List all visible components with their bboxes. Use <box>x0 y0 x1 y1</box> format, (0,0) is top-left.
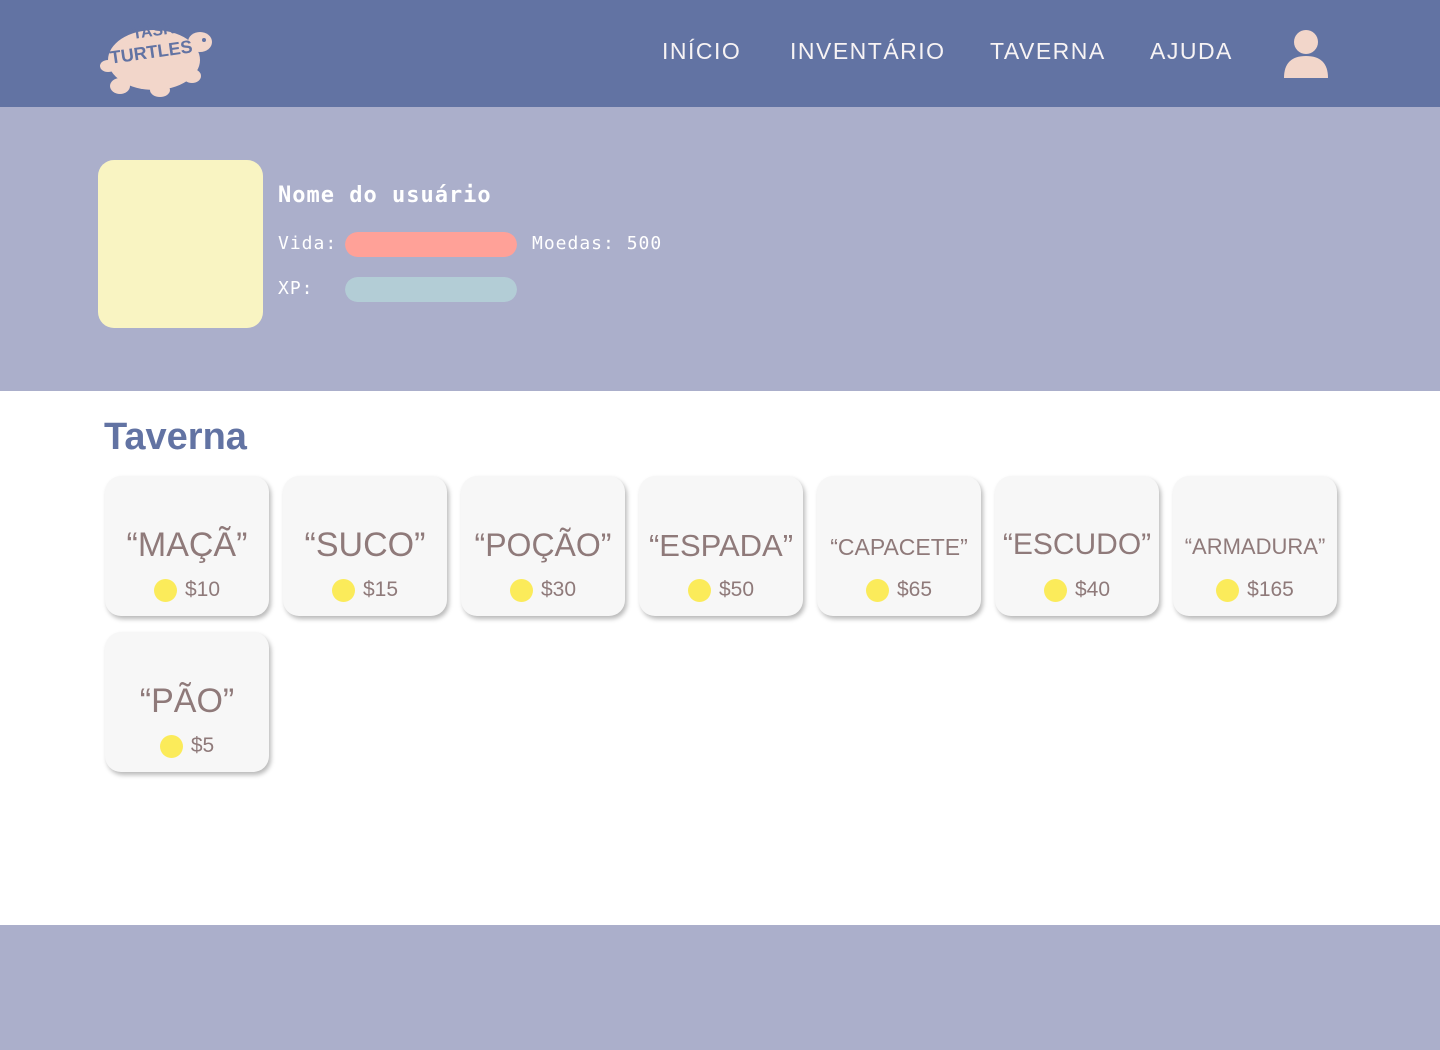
username: Nome do usuário <box>278 183 492 208</box>
item-price-row: $10 <box>105 578 269 602</box>
item-price-row: $165 <box>1173 578 1337 602</box>
item-name: “CAPACETE” <box>830 534 968 560</box>
item-price: $5 <box>190 734 215 757</box>
item-price: $65 <box>896 578 933 601</box>
item-price-row: $50 <box>639 578 803 602</box>
shop-item-card[interactable]: “CAPACETE” $65 <box>817 476 981 616</box>
nav-ajuda[interactable]: AJUDA <box>1150 38 1233 65</box>
item-name: “ESPADA” <box>648 528 794 563</box>
life-bar-fill <box>345 232 517 257</box>
item-price: $165 <box>1247 578 1294 601</box>
item-name: “SUCO” <box>304 526 426 564</box>
coin-icon <box>687 578 711 602</box>
user-icon[interactable] <box>1282 28 1330 80</box>
item-name: “POÇÃO” <box>474 527 612 563</box>
coins-balance: Moedas: 500 <box>532 233 663 254</box>
nav-inventario[interactable]: INVENTÁRIO <box>790 38 946 65</box>
life-label: Vida: <box>278 233 338 254</box>
coin-icon <box>509 578 533 602</box>
shop-item-card[interactable]: “ESCUDO” $40 <box>995 476 1159 616</box>
page-title: Taverna <box>104 416 247 458</box>
coin-icon <box>1043 578 1067 602</box>
life-bar <box>345 232 517 257</box>
item-name: “ESCUDO” <box>1002 528 1152 561</box>
shop-item-card[interactable]: “MAÇÃ” $10 <box>105 476 269 616</box>
top-navigation-bar: TASK TURTLES INÍCIO INVENTÁRIO TAVERNA A… <box>0 0 1440 107</box>
shop-item-card[interactable]: “ARMADURA” $165 <box>1173 476 1337 616</box>
item-price: $50 <box>718 578 755 601</box>
coin-icon <box>1216 578 1240 602</box>
item-price: $15 <box>362 578 399 601</box>
coin-icon <box>331 578 355 602</box>
item-price: $10 <box>184 578 221 601</box>
item-price-row: $5 <box>105 734 269 758</box>
avatar[interactable] <box>98 160 263 328</box>
xp-bar-fill <box>345 277 517 302</box>
item-name: “ARMADURA” <box>1184 534 1326 559</box>
xp-label: XP: <box>278 278 314 299</box>
item-price-row: $15 <box>283 578 447 602</box>
xp-bar <box>345 277 517 302</box>
item-price-row: $30 <box>461 578 625 602</box>
profile-panel: Nome do usuário Vida: Moedas: 500 XP: <box>0 107 1440 391</box>
turtle-logo-icon[interactable]: TASK TURTLES <box>96 10 214 98</box>
item-name: “PÃO” <box>139 682 235 720</box>
coin-icon <box>159 734 183 758</box>
item-price: $40 <box>1074 578 1111 601</box>
footer <box>0 925 1440 1050</box>
shop-item-card[interactable]: “SUCO” $15 <box>283 476 447 616</box>
nav-inicio[interactable]: INÍCIO <box>662 38 741 65</box>
shop-item-card[interactable]: “PÃO” $5 <box>105 632 269 772</box>
nav-taverna[interactable]: TAVERNA <box>990 38 1106 65</box>
coin-icon <box>153 578 177 602</box>
item-price-row: $65 <box>817 578 981 602</box>
item-price-row: $40 <box>995 578 1159 602</box>
item-name: “MAÇÃ” <box>126 526 248 564</box>
coin-icon <box>865 578 889 602</box>
item-price: $30 <box>540 578 577 601</box>
shop-item-card[interactable]: “ESPADA” $50 <box>639 476 803 616</box>
shop-item-card[interactable]: “POÇÃO” $30 <box>461 476 625 616</box>
